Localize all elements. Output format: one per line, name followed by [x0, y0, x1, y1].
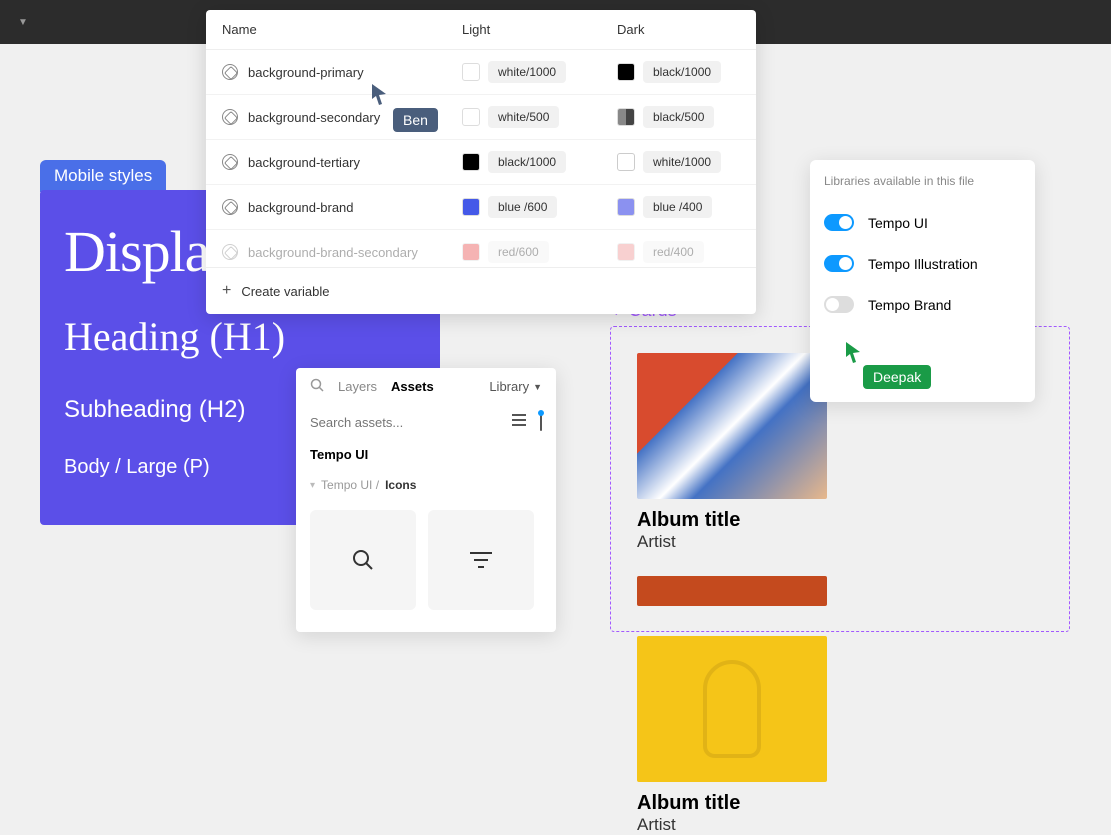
album-title: Album title — [637, 509, 827, 532]
tab-assets[interactable]: Assets — [391, 379, 434, 394]
variable-row[interactable]: background-tertiary black/1000 white/100… — [206, 140, 756, 185]
library-toggle[interactable] — [824, 296, 854, 313]
collab-badge-ben: Ben — [393, 108, 438, 132]
variable-name: background-primary — [248, 65, 462, 80]
variables-panel: Name Light Dark background-primary white… — [206, 10, 756, 314]
color-pill[interactable]: blue /400 — [643, 196, 712, 218]
variables-header-row: Name Light Dark — [206, 10, 756, 50]
triangle-down-icon: ▾ — [310, 480, 315, 491]
album-card[interactable]: Album title Artist — [637, 353, 827, 606]
color-swatch — [462, 108, 480, 126]
color-variable-icon — [222, 109, 238, 125]
collab-cursor-deepak — [846, 342, 864, 369]
color-pill[interactable]: white/1000 — [643, 151, 721, 173]
mobile-styles-frame-label[interactable]: Mobile styles — [40, 160, 166, 192]
library-book-icon[interactable] — [540, 413, 542, 431]
color-pill[interactable]: white/1000 — [488, 61, 566, 83]
library-name: Tempo Illustration — [868, 256, 978, 272]
color-swatch — [617, 108, 635, 126]
color-variable-icon — [222, 64, 238, 80]
library-item: Tempo Illustration — [824, 243, 1021, 284]
asset-tile-filter[interactable] — [428, 510, 534, 610]
assets-panel: Layers Assets Library ▼ Tempo UI ▾ Tempo… — [296, 368, 556, 632]
color-swatch — [462, 198, 480, 216]
chevron-down-icon[interactable]: ▼ — [18, 17, 28, 28]
library-toggle[interactable] — [824, 255, 854, 272]
column-header-dark[interactable]: Dark — [617, 22, 740, 37]
color-pill[interactable]: blue /600 — [488, 196, 557, 218]
tab-layers[interactable]: Layers — [338, 379, 377, 394]
color-variable-icon — [222, 154, 238, 170]
search-input[interactable] — [310, 415, 450, 430]
plus-icon: + — [222, 282, 231, 300]
h1-text-sample: Heading (H1) — [64, 313, 416, 360]
assets-group-header[interactable]: ▾ Tempo UI / Icons — [296, 470, 556, 500]
libraries-heading: Libraries available in this file — [824, 174, 1021, 188]
library-item: Tempo UI — [824, 202, 1021, 243]
assets-library-name[interactable]: Tempo UI — [296, 439, 556, 470]
color-pill[interactable]: black/500 — [643, 106, 714, 128]
variable-row[interactable]: background-brand-secondary red/600 red/4… — [206, 230, 756, 267]
color-swatch — [617, 243, 635, 261]
color-swatch — [617, 198, 635, 216]
variable-row[interactable]: background-primary white/1000 black/1000 — [206, 50, 756, 95]
color-swatch — [462, 63, 480, 81]
assets-tabs: Layers Assets Library ▼ — [296, 368, 556, 405]
collab-badge-deepak: Deepak — [863, 365, 931, 389]
library-name: Tempo Brand — [868, 297, 951, 313]
asset-tile-search[interactable] — [310, 510, 416, 610]
collab-cursor-ben — [372, 84, 390, 111]
album-card[interactable]: Album title Artist — [637, 636, 827, 835]
search-icon[interactable] — [310, 378, 324, 395]
album-image-partial — [637, 576, 827, 606]
color-pill[interactable]: white/500 — [488, 106, 559, 128]
color-pill[interactable]: red/600 — [488, 241, 549, 263]
chevron-down-icon: ▼ — [533, 382, 542, 392]
variable-row[interactable]: background-secondary white/500 black/500 — [206, 95, 756, 140]
create-variable-button[interactable]: + Create variable — [206, 267, 756, 314]
album-image — [637, 636, 827, 782]
color-pill[interactable]: red/400 — [643, 241, 704, 263]
library-name: Tempo UI — [868, 215, 928, 231]
color-variable-icon — [222, 199, 238, 215]
variable-name: background-brand — [248, 200, 462, 215]
color-swatch — [617, 153, 635, 171]
color-swatch — [462, 153, 480, 171]
color-variable-icon — [222, 244, 238, 260]
variable-name: background-brand-secondary — [248, 245, 462, 260]
assets-search-row — [296, 405, 556, 439]
album-image — [637, 353, 827, 499]
album-title: Album title — [637, 792, 827, 815]
variable-row[interactable]: background-brand blue /600 blue /400 — [206, 185, 756, 230]
color-swatch — [617, 63, 635, 81]
color-pill[interactable]: black/1000 — [643, 61, 721, 83]
color-swatch — [462, 243, 480, 261]
color-pill[interactable]: black/1000 — [488, 151, 566, 173]
variable-name: background-tertiary — [248, 155, 462, 170]
list-view-icon[interactable] — [512, 413, 528, 431]
asset-tiles — [296, 500, 556, 620]
album-artist: Artist — [637, 532, 827, 552]
album-artist: Artist — [637, 815, 827, 835]
library-dropdown[interactable]: Library ▼ — [489, 379, 542, 394]
library-toggle[interactable] — [824, 214, 854, 231]
column-header-name[interactable]: Name — [222, 22, 462, 37]
column-header-light[interactable]: Light — [462, 22, 617, 37]
library-item: Tempo Brand — [824, 284, 1021, 325]
